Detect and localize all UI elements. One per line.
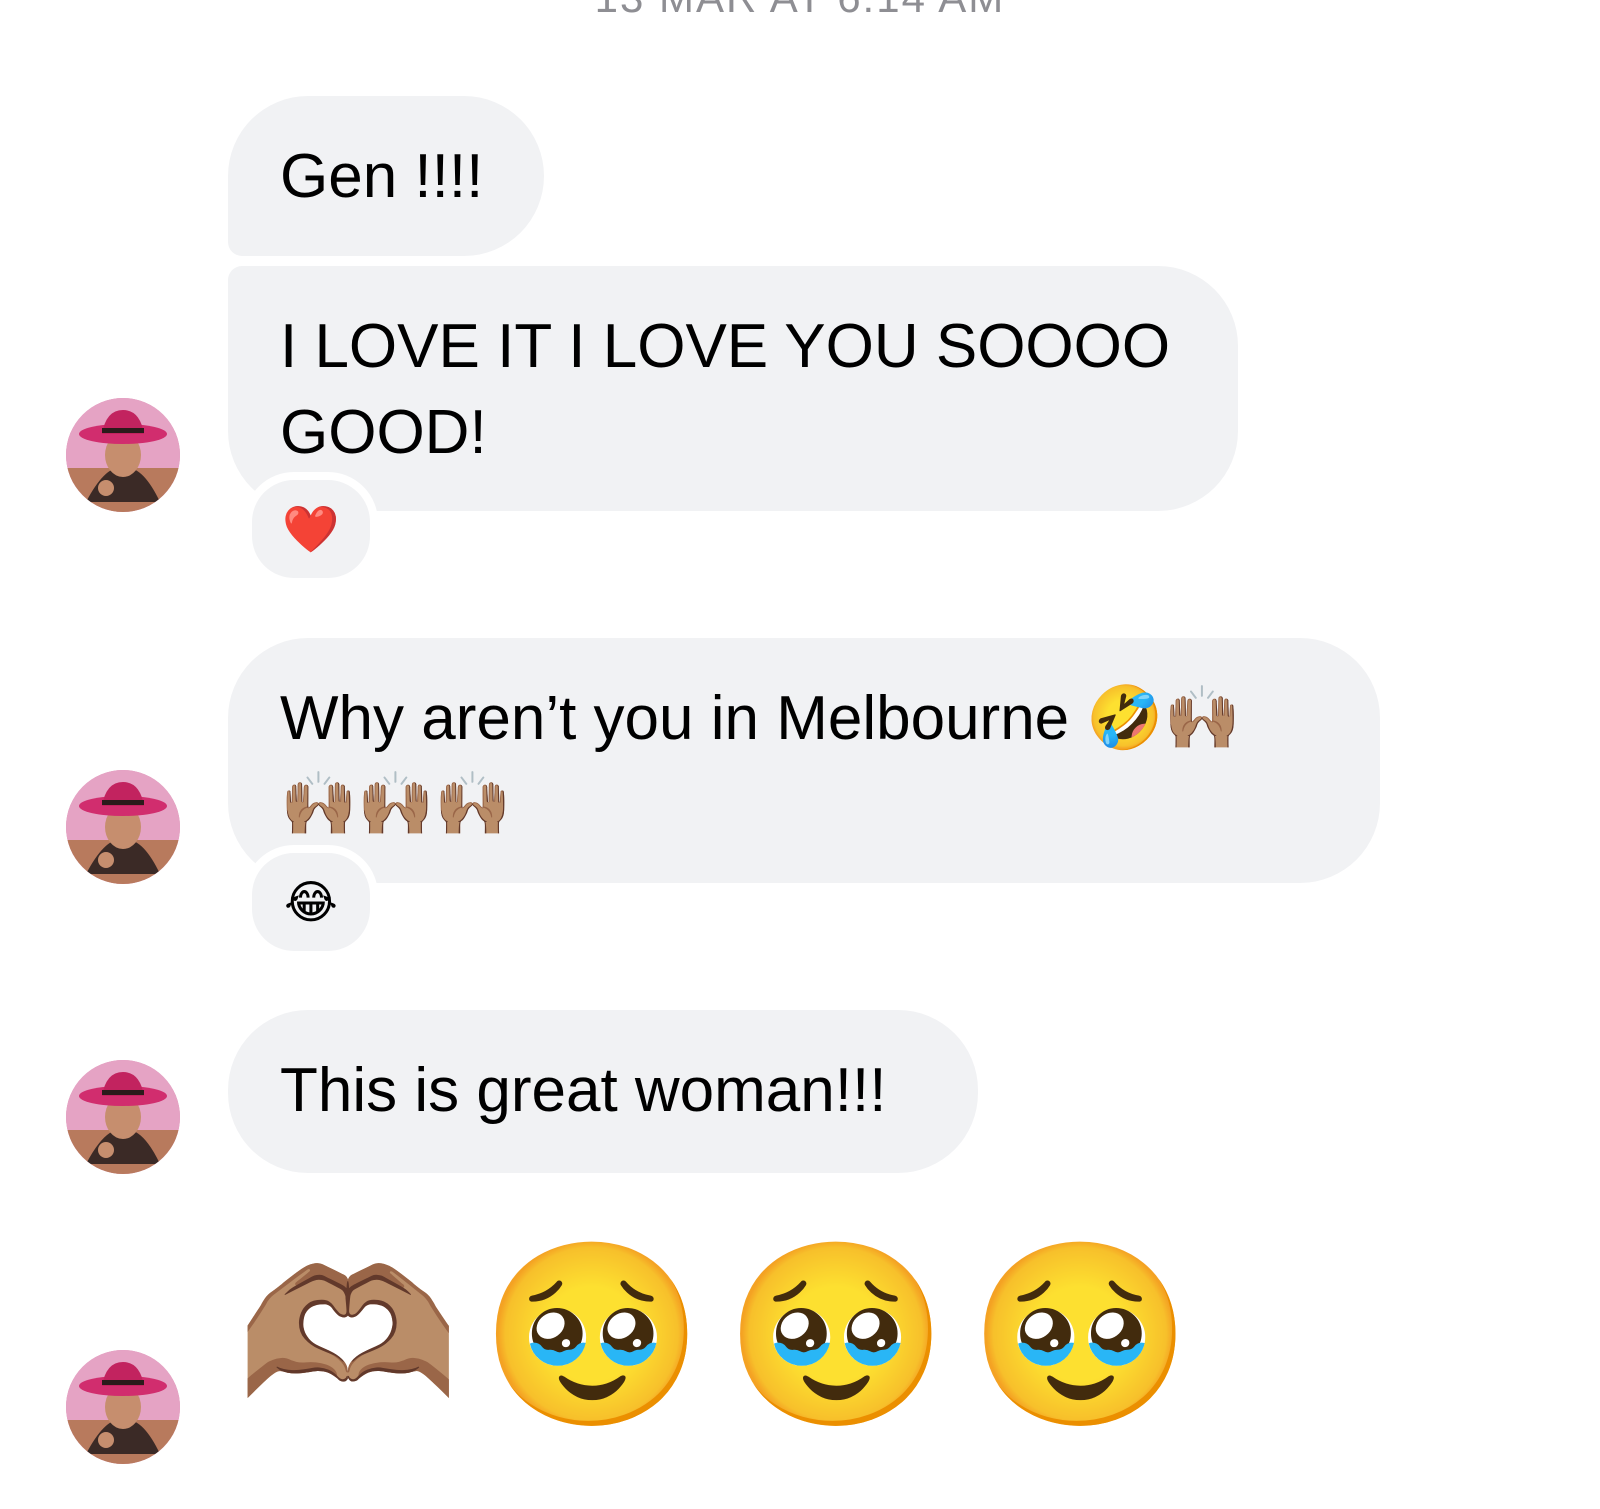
message-text: Why aren’t you in Melbourne 🤣🙌🏽 🙌🏽🙌🏽🙌🏽 [280,684,1241,839]
avatar[interactable] [66,1350,180,1464]
message-text: Gen !!!! [280,142,484,211]
reaction-emoji: 😂 [284,876,338,928]
avatar[interactable] [66,1060,180,1174]
message-bubble[interactable]: Gen !!!! [228,96,544,256]
profile-photo-icon [66,1350,180,1464]
message-bubble[interactable]: I LOVE IT I LOVE YOU SOOOO GOOD! [228,266,1238,511]
profile-photo-icon [66,398,180,512]
pleading-face-icon: 🥹 [968,1235,1193,1436]
avatar[interactable] [66,398,180,512]
message-text: I LOVE IT I LOVE YOU SOOOO GOOD! [280,312,1171,467]
profile-photo-icon [66,770,180,884]
message-bubble[interactable]: Why aren’t you in Melbourne 🤣🙌🏽 🙌🏽🙌🏽🙌🏽 [228,638,1380,883]
chat-thread: 13 MAR AT 6:14 AM Gen !!!! I LOVE IT I L… [0,0,1600,1509]
message-bubble[interactable]: This is great woman!!! [228,1010,978,1173]
pleading-face-icon: 🥹 [724,1235,949,1436]
avatar[interactable] [66,770,180,884]
message-timestamp: 13 MAR AT 6:14 AM [0,0,1600,22]
large-emoji-message[interactable]: 🫶🏽 🥹 🥹 🥹 [236,1246,1193,1426]
pleading-face-icon: 🥹 [480,1235,705,1436]
reaction-heart-icon[interactable]: ❤️ [244,472,378,586]
reaction-emoji: ❤️ [282,503,340,555]
profile-photo-icon [66,1060,180,1174]
message-text: This is great woman!!! [280,1056,887,1125]
reaction-laughing-icon[interactable]: 😂 [244,845,378,959]
heart-hands-icon: 🫶🏽 [236,1235,461,1436]
